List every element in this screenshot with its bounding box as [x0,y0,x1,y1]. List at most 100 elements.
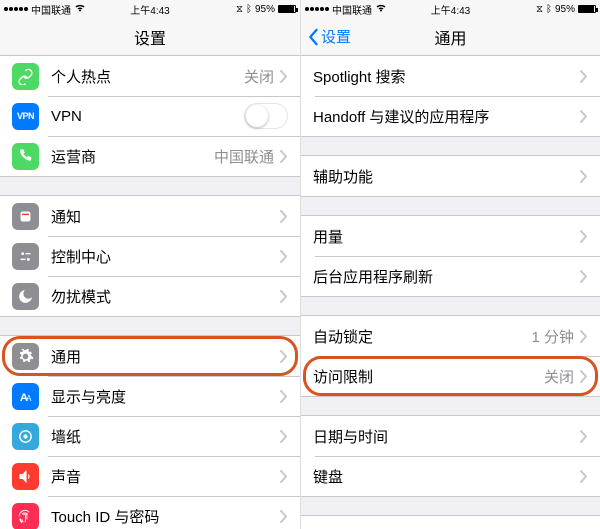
carrier-label: 中国联通 [31,2,71,17]
row-label: 自动锁定 [313,326,531,347]
toggle-switch[interactable] [244,103,288,129]
general-list[interactable]: Spotlight 搜索 Handoff 与建议的应用程序辅助功能用量后台应用程序… [301,56,600,529]
row-label: 显示与亮度 [51,386,280,407]
alarm-icon: ⧖ [236,4,243,15]
row-控制中心[interactable]: 控制中心 [0,236,300,276]
chevron-right-icon [280,210,288,223]
chevron-right-icon [280,70,288,83]
chevron-right-icon [580,330,588,343]
row-label: Touch ID 与密码 [51,506,280,527]
chevron-right-icon [580,110,588,123]
chevron-right-icon [580,470,588,483]
row-运营商[interactable]: 运营商中国联通 [0,136,300,176]
row-键盘[interactable]: 键盘 [301,456,600,496]
ic-display-icon: AA [12,383,39,410]
bluetooth-icon [246,4,252,15]
row-声音[interactable]: 声音 [0,456,300,496]
battery-icon [278,5,296,13]
chevron-right-icon [280,510,288,523]
row-访问限制[interactable]: 访问限制关闭 [301,356,600,396]
chevron-right-icon [580,230,588,243]
row-通用[interactable]: 通用 [0,336,300,376]
row-个人热点[interactable]: 个人热点关闭 [0,56,300,96]
chevron-right-icon [280,290,288,303]
battery-pct-label: 95% [255,4,275,15]
row-Spotlight 搜索[interactable]: Spotlight 搜索 [301,56,600,96]
row-勿扰模式[interactable]: 勿扰模式 [0,276,300,316]
ic-general-icon [12,343,39,370]
row-value: 1 分钟 [531,326,574,347]
row-label: 通知 [51,206,280,227]
row-后台应用程序刷新[interactable]: 后台应用程序刷新 [301,256,600,296]
bluetooth-icon [546,4,552,15]
row-value: 关闭 [244,66,274,87]
row-value: 中国联通 [214,146,274,167]
battery-icon [578,5,596,13]
row-label: 个人热点 [51,66,244,87]
ic-phone-icon [12,143,39,170]
chevron-right-icon [280,430,288,443]
carrier-label: 中国联通 [332,2,372,17]
svg-text:A: A [26,393,32,402]
status-bar: 中国联通 上午4:43 ⧖ 95% [301,0,600,18]
page-title: 通用 [434,25,466,49]
clock-label: 上午4:43 [130,2,169,17]
row-日期与时间[interactable]: 日期与时间 [301,416,600,456]
row-label: VPN [51,108,244,125]
ic-vpn-icon: VPN [12,103,39,130]
chevron-right-icon [280,350,288,363]
row-用量[interactable]: 用量 [301,216,600,256]
wifi-icon [375,3,387,15]
back-button[interactable]: 设置 [307,18,351,55]
alarm-icon: ⧖ [536,4,543,15]
ic-cc-icon [12,243,39,270]
chevron-right-icon [280,150,288,163]
wifi-icon [74,3,86,15]
row-语言与地区[interactable]: 语言与地区 [301,516,600,529]
row-label: 用量 [313,226,580,247]
ic-notif-icon [12,203,39,230]
row-label: 控制中心 [51,246,280,267]
chevron-right-icon [580,70,588,83]
chevron-right-icon [580,430,588,443]
row-label: 日期与时间 [313,426,580,447]
nav-bar: 设置 通用 [301,18,600,56]
row-label: 勿扰模式 [51,286,280,307]
ic-chain-icon [12,63,39,90]
settings-list[interactable]: 个人热点关闭 VPN VPN 运营商中国联通通知控制中心勿扰模式通用 AA 显示与亮度墙纸… [0,56,300,529]
row-VPN[interactable]: VPN VPN [0,96,300,136]
row-label: 声音 [51,466,280,487]
row-自动锁定[interactable]: 自动锁定1 分钟 [301,316,600,356]
chevron-right-icon [580,170,588,183]
row-label: 访问限制 [313,366,544,387]
row-value: 关闭 [544,366,574,387]
settings-screen: 中国联通 上午4:43 ⧖ 95% 设置 个人热点关闭VPNVPN运营商中国联通… [0,0,300,529]
row-墙纸[interactable]: 墙纸 [0,416,300,456]
row-label: Handoff 与建议的应用程序 [313,106,580,127]
clock-label: 上午4:43 [431,2,470,17]
general-screen: 中国联通 上午4:43 ⧖ 95% 设置 通用 Spotlight 搜索 Hand… [300,0,600,529]
row-label: 键盘 [313,466,580,487]
ic-wall-icon [12,423,39,450]
row-label: 辅助功能 [313,166,580,187]
row-label: 语言与地区 [313,526,580,529]
battery-pct-label: 95% [555,4,575,15]
ic-touchid-icon [12,503,39,529]
row-Touch ID 与密码[interactable]: Touch ID 与密码 [0,496,300,529]
ic-dnd-icon [12,283,39,310]
row-label: 后台应用程序刷新 [313,266,580,287]
back-label: 设置 [321,26,351,47]
row-Handoff 与建议的应用程序[interactable]: Handoff 与建议的应用程序 [301,96,600,136]
page-title: 设置 [134,25,166,49]
status-bar: 中国联通 上午4:43 ⧖ 95% [0,0,300,18]
row-显示与亮度[interactable]: AA 显示与亮度 [0,376,300,416]
chevron-right-icon [280,470,288,483]
row-通知[interactable]: 通知 [0,196,300,236]
ic-sound-icon [12,463,39,490]
chevron-right-icon [580,270,588,283]
row-辅助功能[interactable]: 辅助功能 [301,156,600,196]
chevron-right-icon [580,370,588,383]
chevron-right-icon [280,390,288,403]
signal-dots-icon [305,7,329,11]
row-label: 运营商 [51,146,214,167]
